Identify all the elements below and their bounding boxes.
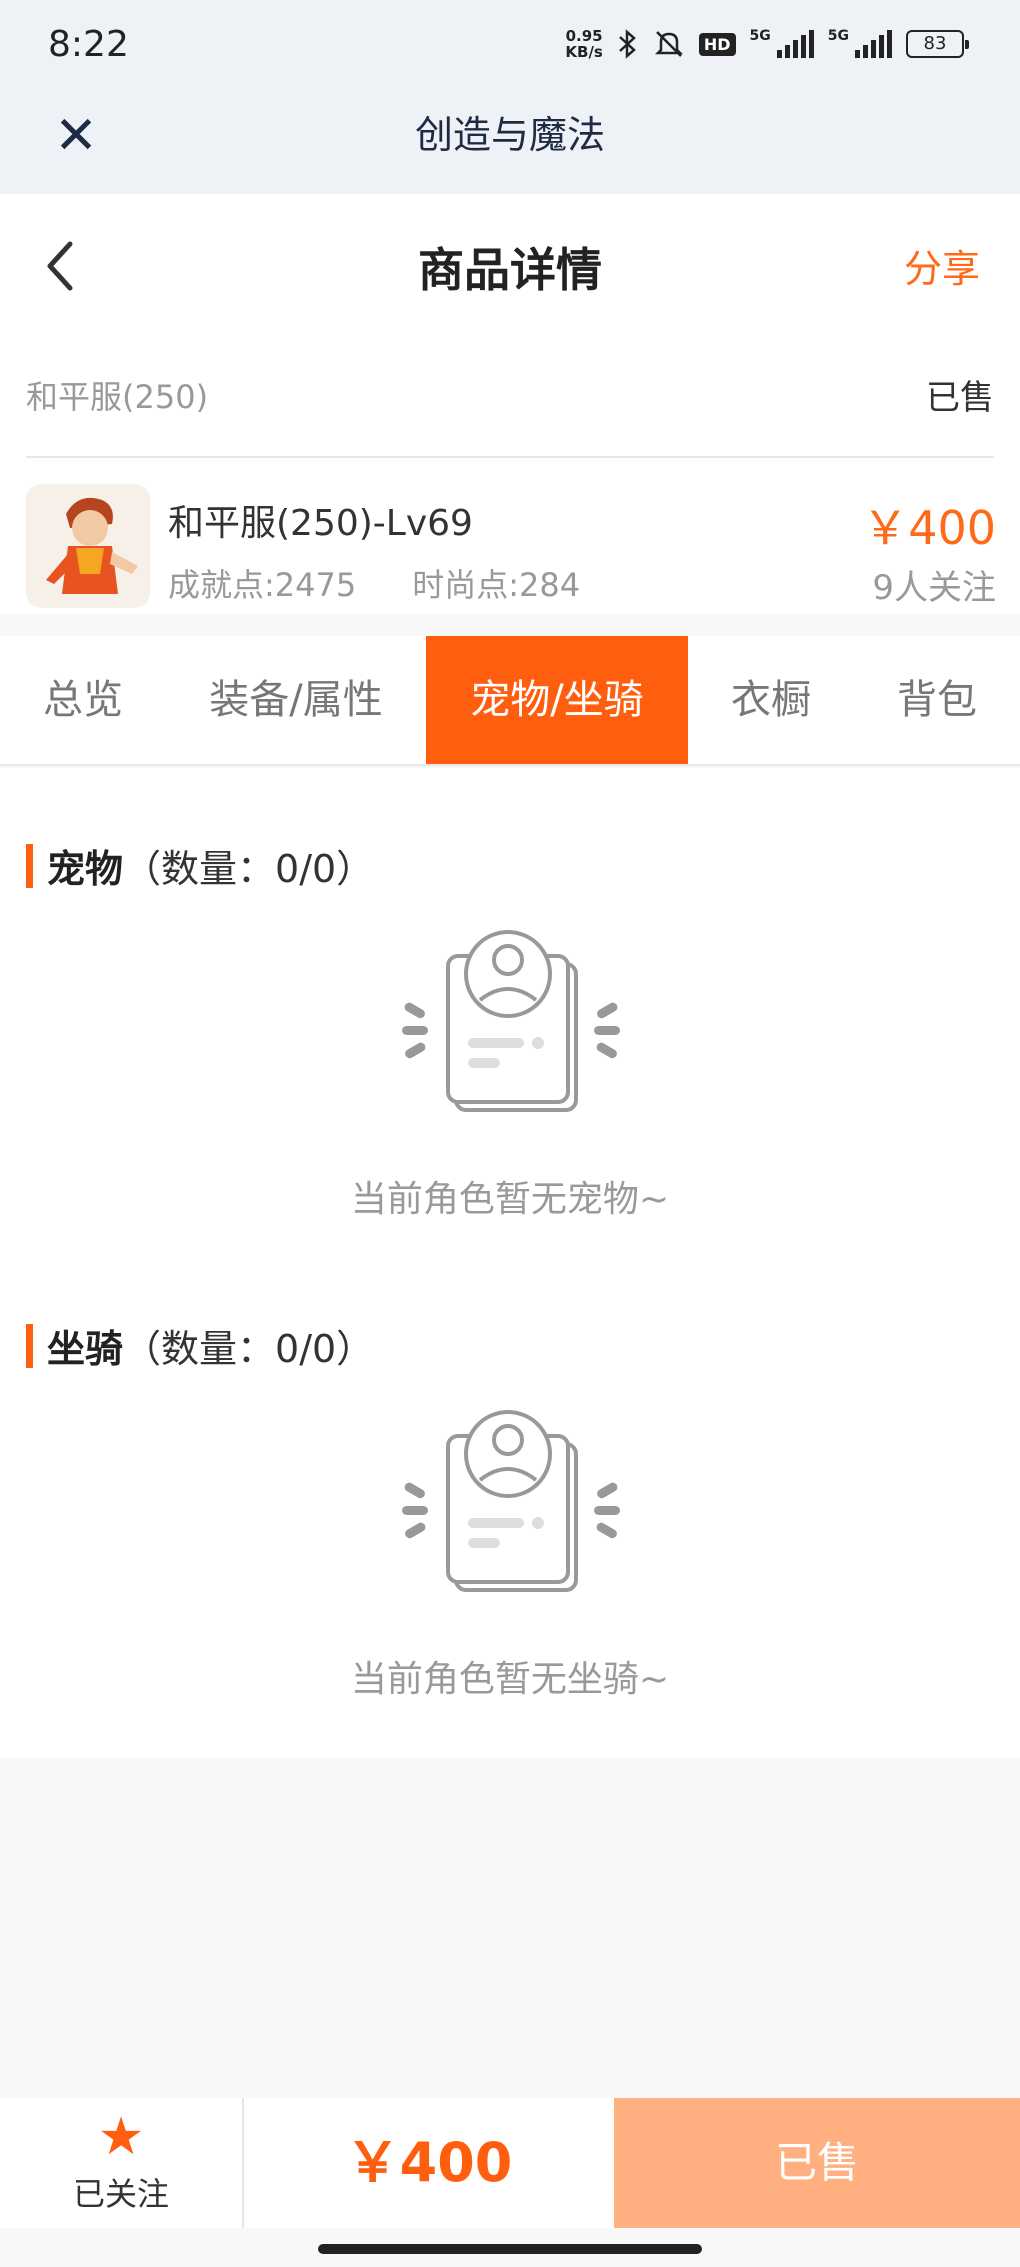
network-speed: 0.95 KB/s <box>565 28 602 60</box>
item-meta: 成就点:2475 时尚点:284 <box>168 560 580 606</box>
avatar <box>26 484 150 608</box>
mounts-title: 坐骑 <box>47 1327 124 1371</box>
network-speed-value: 0.95 <box>565 27 603 45</box>
battery-icon: 83 <box>906 30 969 58</box>
network-speed-unit: KB/s <box>565 43 603 61</box>
tab-bar: 总览 装备/属性 宠物/坐骑 衣橱 背包 <box>0 636 1020 766</box>
item-price: ￥400 <box>862 501 996 555</box>
server-name: 和平服(250) <box>26 378 209 416</box>
heading-accent-bar <box>26 843 33 888</box>
app-title: 创造与魔法 <box>414 113 605 157</box>
pets-count: （数量：0/0） <box>123 847 375 891</box>
star-icon: ★ <box>97 2107 145 2167</box>
tab-wardrobe[interactable]: 衣橱 <box>688 636 854 764</box>
status-badge: 已售 <box>926 378 994 418</box>
sim2-label: 5G <box>827 28 849 44</box>
status-bar: 8:22 0.95 KB/s HD 5G 5G 83 <box>0 0 1020 90</box>
tab-content: 宠物 （数量：0/0） 当前角色暂无宠物~ 坐骑 （数量：0/0） 当前角色暂无… <box>0 768 1020 1758</box>
fashion-points: 时尚点:284 <box>412 566 581 604</box>
signal-icon <box>776 30 814 58</box>
status-time: 8:22 <box>48 24 129 65</box>
pets-empty-text: 当前角色暂无宠物~ <box>350 1179 670 1220</box>
pets-title: 宠物 <box>47 847 124 891</box>
home-indicator[interactable] <box>318 2244 702 2254</box>
bottom-action-bar: ★ 已关注 ￥400 已售 <box>0 2098 1020 2228</box>
signal-icon <box>855 30 892 58</box>
pets-heading: 宠物 （数量：0/0） <box>26 838 374 893</box>
achievement-points: 成就点:2475 <box>168 566 357 604</box>
buy-button[interactable]: 已售 <box>614 2098 1020 2228</box>
page-header: 商品详情 分享 和平服(250) 已售 和平服(250)-Lv69 成就点:24… <box>0 194 1020 614</box>
item-title: 和平服(250)-Lv69 <box>168 503 473 544</box>
page-title: 商品详情 <box>418 243 602 297</box>
empty-profile-card-icon <box>402 930 620 1112</box>
empty-profile-card-icon <box>402 1410 620 1592</box>
heading-accent-bar <box>26 1323 33 1368</box>
follow-button[interactable]: ★ 已关注 <box>0 2098 244 2228</box>
tab-equipment[interactable]: 装备/属性 <box>166 636 426 764</box>
follow-label: 已关注 <box>72 2175 169 2213</box>
tab-overview[interactable]: 总览 <box>0 636 166 764</box>
mounts-heading: 坐骑 （数量：0/0） <box>26 1318 374 1373</box>
share-button[interactable]: 分享 <box>904 238 980 293</box>
mounts-empty-text: 当前角色暂无坐骑~ <box>350 1659 670 1700</box>
tab-backpack[interactable]: 背包 <box>854 636 1020 764</box>
tab-pets-mounts[interactable]: 宠物/坐骑 <box>426 636 688 764</box>
bottom-price: ￥400 <box>345 2131 513 2194</box>
app-bar: ✕ 创造与魔法 <box>0 90 1020 194</box>
hd-badge: HD <box>698 32 736 56</box>
sim1-label: 5G <box>749 28 771 44</box>
status-icons: 0.95 KB/s HD 5G 5G 83 <box>565 28 969 60</box>
bluetooth-icon <box>619 29 636 59</box>
bell-muted-icon <box>654 31 683 57</box>
follower-count: 9人关注 <box>872 568 996 608</box>
divider <box>26 456 994 458</box>
mounts-count: （数量：0/0） <box>123 1327 375 1371</box>
